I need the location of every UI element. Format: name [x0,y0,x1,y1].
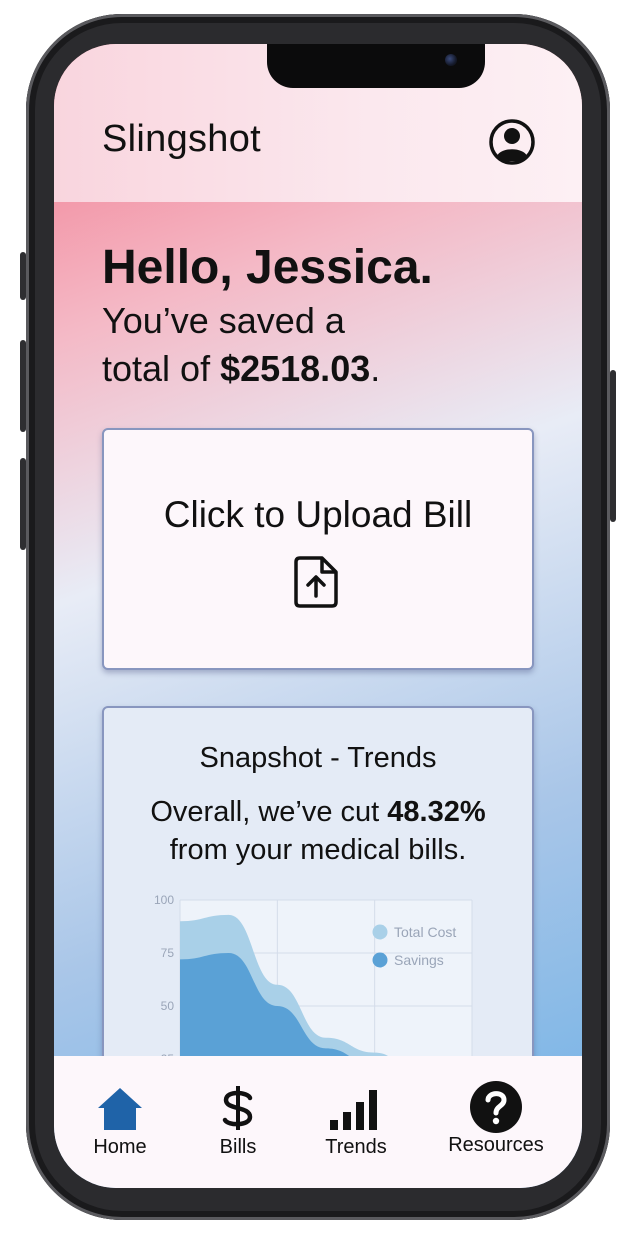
app-title: Slingshot [102,118,262,160]
savings-amount: $2518.03 [220,348,371,389]
chart-legend-label-1: Savings [394,952,444,968]
notch [267,44,485,88]
mute-switch [20,252,26,300]
tab-bills[interactable]: Bills [178,1084,298,1159]
power-button [610,370,616,522]
tab-home[interactable]: Home [60,1084,180,1159]
savings-suffix: . [370,348,381,389]
snapshot-percent: 48.32% [387,796,486,828]
file-upload-icon [294,556,338,608]
tab-resources[interactable]: Resources [438,1081,554,1157]
greeting-headline: Hello, Jessica. [102,241,433,294]
tab-trends-label: Trends [325,1136,387,1158]
tab-resources-label: Resources [448,1134,544,1156]
savings-text-line1: You’ve saved a [102,300,345,341]
chart-legend-marker-0 [372,924,388,940]
question-icon [470,1081,522,1133]
profile-icon[interactable] [488,118,536,166]
chart-legend-marker-1 [372,952,388,968]
bottom-tab-bar: Home Bills Trends Resources [54,1056,582,1188]
volume-up-button [20,340,26,432]
snapshot-text-line2: from your medical bills. [169,834,467,866]
chart-legend-label-0: Total Cost [394,924,456,940]
front-camera [445,54,457,66]
savings-text-line2: total of $2518.03. [102,348,380,390]
chart-y-tick-2: 50 [161,999,175,1013]
app-screen: Slingshot Hello, Jessica. You’ve saved a… [54,44,582,1188]
volume-down-button [20,458,26,550]
savings-prefix: total of [102,348,221,389]
snapshot-text-prefix: Overall, we’ve cut [150,796,388,828]
bar-chart-icon [330,1090,377,1130]
chart-y-tick-1: 75 [161,946,175,960]
upload-bill-label: Click to Upload Bill [163,494,473,535]
snapshot-title: Snapshot - Trends [199,742,437,774]
upload-bill-button[interactable]: Click to Upload Bill [102,428,534,670]
home-icon [98,1088,142,1130]
tab-bills-label: Bills [219,1136,257,1158]
dollar-icon [222,1086,253,1130]
tab-home-label: Home [93,1136,147,1158]
snapshot-text-line1: Overall, we’ve cut 48.32% [104,796,532,829]
tab-trends[interactable]: Trends [296,1084,416,1159]
chart-y-tick-0: 100 [154,893,174,907]
